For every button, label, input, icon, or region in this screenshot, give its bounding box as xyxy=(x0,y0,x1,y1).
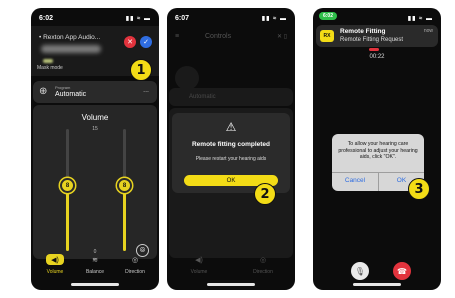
volume-panel: Volume 15 8 8 0 ⦾ xyxy=(33,105,157,259)
dimmed-program: Automatic xyxy=(169,88,293,106)
dimmed-tab-bar: ◀) Volume ◎ Direction xyxy=(167,254,295,280)
warning-icon: ⚠ xyxy=(225,120,237,134)
recording-indicator xyxy=(369,48,379,51)
phone-screen-fitting-complete: 6:07 ▮▮ ≈ ▬ ≡ Controls ✕ ▯ Automatic ⚠ R… xyxy=(167,8,295,290)
left-volume-fill xyxy=(66,186,69,251)
step-marker-1: 1 xyxy=(130,59,152,81)
blurred-indicator xyxy=(43,59,53,63)
status-bar: 6:07 ▮▮ ≈ ▬ xyxy=(175,13,287,23)
call-timer: 00:22 xyxy=(369,54,385,60)
header-title: Controls xyxy=(205,33,232,40)
status-time: 6:07 xyxy=(175,14,190,22)
header-icons: ✕ ▯ xyxy=(277,34,287,40)
tab-volume: ◀) Volume xyxy=(179,254,219,276)
dialog-message: Please restart your hearing aids xyxy=(195,156,267,162)
accept-icon[interactable]: ✓ xyxy=(140,36,152,48)
status-icons: ▮▮ ≈ ▬ xyxy=(125,15,151,22)
decline-icon[interactable]: ✕ xyxy=(124,36,136,48)
dimmed-avatar xyxy=(175,66,199,90)
tab-direction: ◎ Direction xyxy=(243,254,283,276)
status-icons: ▮▮ ≈ ▬ xyxy=(261,15,287,22)
menu-icon: ≡ xyxy=(175,33,180,40)
tab-label: Balance xyxy=(85,269,105,275)
step-marker-3: 3 xyxy=(408,178,430,200)
phone-screen-remote-request: 6:02 ▮▮ ≈ ▬ RX Remote Fitting Remote Fit… xyxy=(313,8,441,290)
status-icons: ▮▮ ≈ ▬ xyxy=(407,15,433,22)
cancel-button[interactable]: Cancel xyxy=(332,177,378,184)
speaker-icon: ◀) xyxy=(195,256,203,264)
tab-bar: ◀) Volume ≋ Balance ◎ Direction xyxy=(31,254,159,280)
home-indicator xyxy=(71,283,119,286)
fitting-complete-dialog: ⚠ Remote fitting completed Please restar… xyxy=(172,113,290,193)
mask-mode-label: Mask mode xyxy=(37,65,63,71)
home-indicator xyxy=(207,283,255,286)
left-volume-slider[interactable]: 8 xyxy=(60,178,75,193)
step-marker-2: 2 xyxy=(254,183,276,205)
device-name: • Rexton App Audio... xyxy=(39,34,101,41)
status-bar: ▮▮ ≈ ▬ xyxy=(383,13,433,23)
blurred-device-info xyxy=(41,45,101,53)
balance-icon: ≋ xyxy=(92,256,98,264)
right-volume-slider[interactable]: 8 xyxy=(117,178,132,193)
notification-time: now xyxy=(423,28,433,34)
tab-label: Direction xyxy=(253,269,273,275)
alert-message: To allow your hearing care professional … xyxy=(338,141,418,160)
program-label: Program xyxy=(55,85,71,90)
app-badge-icon: RX xyxy=(320,30,334,42)
microphone-icon[interactable]: 🎙 xyxy=(351,262,369,280)
status-time: 6:02 xyxy=(39,14,54,22)
right-volume-fill xyxy=(123,186,126,251)
notification-title: Remote Fitting xyxy=(340,28,386,35)
notification-subtitle: Remote Fitting Request xyxy=(340,37,404,43)
home-indicator xyxy=(353,283,401,286)
phone-screen-volume: 6:02 ▮▮ ≈ ▬ • Rexton App Audio... ✕ ✓ Ma… xyxy=(31,8,159,290)
remote-fitting-notification[interactable]: RX Remote Fitting Remote Fitting Request… xyxy=(316,25,438,47)
tab-label: Volume xyxy=(190,269,208,275)
tab-label: Direction xyxy=(125,269,145,275)
tab-direction[interactable]: ◎ Direction xyxy=(115,254,155,276)
direction-icon: ◎ xyxy=(259,256,267,264)
globe-icon: ⊕ xyxy=(39,86,48,97)
tab-volume[interactable]: ◀) Volume xyxy=(35,254,75,275)
speaker-icon: ◀) xyxy=(46,254,64,265)
status-bar: 6:02 ▮▮ ≈ ▬ xyxy=(39,13,151,23)
more-options-icon[interactable]: ... xyxy=(143,87,149,94)
dimmed-program-value: Automatic xyxy=(189,94,216,100)
volume-title: Volume xyxy=(81,113,109,122)
direction-icon: ◎ xyxy=(131,256,139,264)
program-value: Automatic xyxy=(55,91,87,98)
call-time-pill: 6:02 xyxy=(319,12,337,20)
tab-balance[interactable]: ≋ Balance xyxy=(75,254,115,276)
hang-up-icon[interactable]: ☎ xyxy=(393,262,411,280)
volume-max-label: 15 xyxy=(92,126,98,132)
dimmed-header: ≡ Controls ✕ ▯ xyxy=(167,32,295,46)
tab-label: Volume xyxy=(46,269,64,275)
dialog-title: Remote fitting completed xyxy=(191,141,270,148)
program-selector[interactable]: ⊕ Program Automatic ... xyxy=(33,81,157,103)
